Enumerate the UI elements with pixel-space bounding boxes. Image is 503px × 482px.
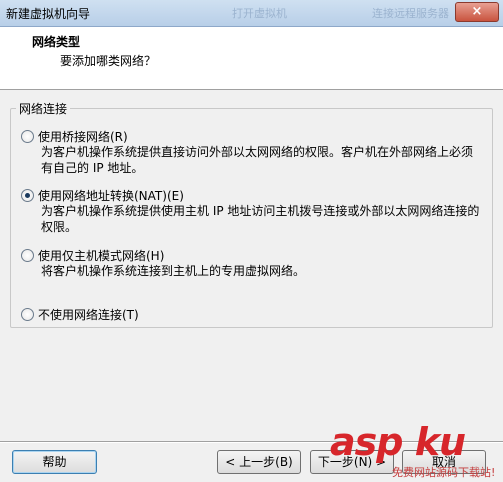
radio-button-icon[interactable] [21,130,34,143]
background-window-title: 打开虚拟机 [232,7,287,20]
option-description: 为客户机操作系统提供直接访问外部以太网网络的权限。客户机在外部网络上必须 有自己… [41,144,473,176]
description-line: 权限。 [41,220,78,234]
description-line: 为客户机操作系统提供使用主机 IP 地址访问主机拨号连接或外部以太网网络连接的 [41,204,480,218]
close-button[interactable]: × [455,2,499,22]
title-bar: 新建虚拟机向导 打开虚拟机 连接远程服务器 × [0,0,503,27]
window-title: 新建虚拟机向导 [6,7,91,21]
radio-label[interactable]: 使用仅主机模式网络(H) [38,249,164,263]
radio-label[interactable]: 不使用网络连接(T) [38,308,139,322]
watermark-logo: asp ku [330,420,466,464]
radio-button-selected-icon[interactable] [21,189,34,202]
radio-label[interactable]: 使用网络地址转换(NAT)(E) [38,189,184,203]
radio-host-only[interactable]: 使用仅主机模式网络(H) [21,247,164,264]
group-label: 网络连接 [16,100,71,117]
radio-label[interactable]: 使用桥接网络(R) [38,130,128,144]
back-button[interactable]: < 上一步(B) [217,450,301,474]
option-description: 将客户机操作系统连接到主机上的专用虚拟网络。 [41,263,305,279]
description-line: 将客户机操作系统连接到主机上的专用虚拟网络。 [41,264,306,278]
option-description: 为客户机操作系统提供使用主机 IP 地址访问主机拨号连接或外部以太网网络连接的 … [41,203,479,235]
page-subtitle: 要添加哪类网络？ [60,54,157,68]
radio-no-network[interactable]: 不使用网络连接(T) [21,306,139,323]
background-window-title: 连接远程服务器 [372,7,449,20]
radio-nat[interactable]: 使用网络地址转换(NAT)(E) [21,187,184,204]
radio-button-icon[interactable] [21,308,34,321]
description-line: 有自己的 IP 地址。 [41,161,144,175]
watermark-caption: 免费网站源码下载站! [392,466,496,479]
radio-bridged[interactable]: 使用桥接网络(R) [21,128,128,145]
help-button[interactable]: 帮助 [12,450,97,474]
description-line: 为客户机操作系统提供直接访问外部以太网网络的权限。客户机在外部网络上必须 [41,145,474,159]
radio-button-icon[interactable] [21,249,34,262]
page-title: 网络类型 [32,35,81,49]
wizard-header: 网络类型 要添加哪类网络？ [0,27,503,90]
